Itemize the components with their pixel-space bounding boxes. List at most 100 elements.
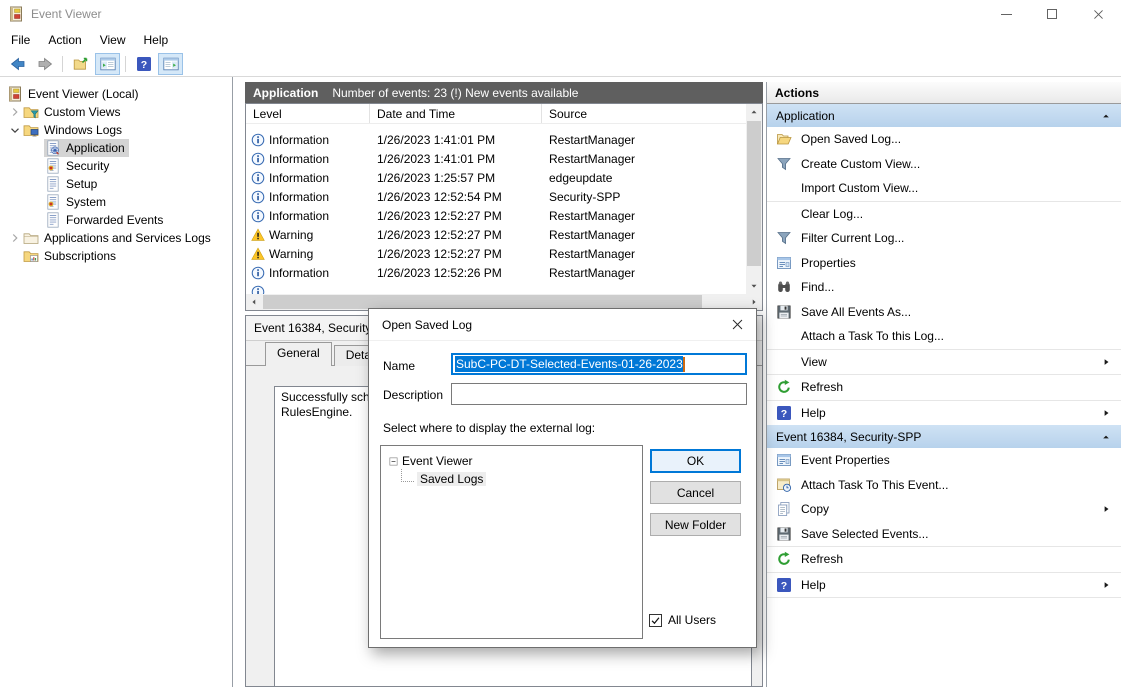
application-log-icon bbox=[45, 140, 61, 156]
tree-item-applications-services-logs[interactable]: Applications and Services Logs bbox=[0, 229, 232, 247]
tree-item-windows-logs[interactable]: Windows Logs bbox=[0, 121, 232, 139]
tree-item-event-viewer[interactable]: Event Viewer bbox=[389, 452, 642, 470]
description-input[interactable] bbox=[451, 383, 747, 405]
event-list-header: Level Date and Time Source bbox=[246, 104, 746, 124]
tree-item-application[interactable]: Application bbox=[0, 139, 232, 157]
checkbox-checked-icon[interactable] bbox=[649, 614, 662, 627]
tree-item-setup[interactable]: Setup bbox=[0, 175, 232, 193]
submenu-arrow-icon bbox=[1101, 408, 1111, 418]
event-row[interactable]: Warning 1/26/2023 12:52:27 PM RestartMan… bbox=[246, 244, 746, 263]
actions-section-application[interactable]: Application bbox=[767, 104, 1121, 127]
action-filter-current-log[interactable]: Filter Current Log... bbox=[767, 226, 1121, 251]
action-copy[interactable]: Copy bbox=[767, 497, 1121, 522]
maximize-button[interactable] bbox=[1029, 0, 1075, 28]
action-find[interactable]: Find... bbox=[767, 275, 1121, 300]
event-row[interactable]: Information 1/26/2023 12:52:54 PM Securi… bbox=[246, 187, 746, 206]
action-view[interactable]: View bbox=[767, 350, 1121, 375]
chevron-right-icon[interactable] bbox=[8, 231, 22, 245]
tree-item-saved-logs[interactable]: Saved Logs bbox=[389, 470, 642, 488]
vertical-scroll-thumb[interactable] bbox=[747, 121, 761, 266]
display-location-tree[interactable]: Event Viewer Saved Logs bbox=[380, 445, 643, 639]
event-viewer-icon bbox=[7, 86, 23, 102]
description-label: Description bbox=[383, 388, 443, 402]
event-row[interactable] bbox=[246, 282, 746, 294]
submenu-arrow-icon bbox=[1101, 357, 1111, 367]
open-saved-log-icon bbox=[776, 131, 792, 147]
tree-item-forwarded-events[interactable]: Forwarded Events bbox=[0, 211, 232, 229]
help-button[interactable]: ? bbox=[131, 53, 156, 75]
tree-item-system[interactable]: System bbox=[0, 193, 232, 211]
refresh-icon bbox=[776, 551, 792, 567]
action-save-selected-events[interactable]: Save Selected Events... bbox=[767, 522, 1121, 547]
action-clear-log[interactable]: Clear Log... bbox=[767, 202, 1121, 227]
vertical-scrollbar[interactable] bbox=[746, 104, 762, 294]
tab-general[interactable]: General bbox=[265, 342, 332, 366]
action-open-saved-log[interactable]: Open Saved Log... bbox=[767, 127, 1121, 152]
action-properties[interactable]: Properties bbox=[767, 251, 1121, 276]
action-help[interactable]: ?Help bbox=[767, 401, 1121, 426]
back-button[interactable] bbox=[5, 53, 30, 75]
forward-button[interactable] bbox=[32, 53, 57, 75]
svg-text:?: ? bbox=[140, 59, 146, 71]
icon-slot bbox=[776, 354, 792, 370]
export-button[interactable] bbox=[68, 53, 93, 75]
scroll-up-arrow-icon[interactable] bbox=[746, 104, 762, 120]
horizontal-scroll-thumb[interactable] bbox=[263, 295, 702, 309]
scroll-down-arrow-icon[interactable] bbox=[746, 278, 762, 294]
ok-button[interactable]: OK bbox=[650, 449, 741, 473]
log-name: Application bbox=[253, 86, 318, 100]
all-users-checkbox-row[interactable]: All Users bbox=[649, 613, 716, 627]
text-caret bbox=[683, 357, 685, 372]
column-level[interactable]: Level bbox=[246, 104, 370, 123]
action-refresh-event[interactable]: Refresh bbox=[767, 547, 1121, 572]
close-button[interactable] bbox=[1075, 0, 1121, 28]
action-save-all-events-as[interactable]: Save All Events As... bbox=[767, 300, 1121, 325]
event-row[interactable]: Information 1/26/2023 12:52:26 PM Restar… bbox=[246, 263, 746, 282]
action-refresh[interactable]: Refresh bbox=[767, 375, 1121, 400]
event-row[interactable]: Information 1/26/2023 1:41:01 PM Restart… bbox=[246, 130, 746, 149]
menu-file[interactable]: File bbox=[2, 29, 39, 51]
menu-help[interactable]: Help bbox=[135, 29, 178, 51]
name-input[interactable]: SubC-PC-DT-Selected-Events-01-26-2023 bbox=[451, 353, 747, 375]
event-viewer-app-icon bbox=[8, 6, 24, 22]
new-folder-button[interactable]: New Folder bbox=[650, 513, 741, 536]
show-console-tree-button[interactable] bbox=[95, 53, 120, 75]
tree-item-custom-views[interactable]: Custom Views bbox=[0, 103, 232, 121]
action-attach-task-to-event[interactable]: Attach Task To This Event... bbox=[767, 473, 1121, 498]
chevron-down-icon[interactable] bbox=[8, 123, 22, 137]
save-icon bbox=[776, 304, 792, 320]
chevron-right-icon[interactable] bbox=[8, 105, 22, 119]
show-action-pane-button[interactable] bbox=[158, 53, 183, 75]
collapse-expander-icon[interactable] bbox=[389, 457, 398, 466]
tree-item-security[interactable]: Security bbox=[0, 157, 232, 175]
action-help-event[interactable]: ?Help bbox=[767, 573, 1121, 598]
scroll-left-arrow-icon[interactable] bbox=[246, 294, 262, 310]
help-icon: ? bbox=[136, 56, 152, 72]
windows-logs-folder-icon bbox=[23, 122, 39, 138]
event-row[interactable]: Information 1/26/2023 1:41:01 PM Restart… bbox=[246, 149, 746, 168]
minimize-button[interactable] bbox=[983, 0, 1029, 28]
results-header: Application Number of events: 23 (!) New… bbox=[245, 82, 763, 103]
event-row[interactable]: Information 1/26/2023 1:25:57 PM edgeupd… bbox=[246, 168, 746, 187]
action-attach-task-to-log[interactable]: Attach a Task To this Log... bbox=[767, 324, 1121, 349]
tree-item-event-viewer-local[interactable]: Event Viewer (Local) bbox=[0, 85, 232, 103]
collapse-arrow-icon[interactable] bbox=[1101, 432, 1111, 442]
tree-item-subscriptions[interactable]: Subscriptions bbox=[0, 247, 232, 265]
event-row[interactable]: Warning 1/26/2023 12:52:27 PM RestartMan… bbox=[246, 225, 746, 244]
menu-view[interactable]: View bbox=[91, 29, 135, 51]
actions-section-event[interactable]: Event 16384, Security-SPP bbox=[767, 425, 1121, 448]
action-event-properties[interactable]: Event Properties bbox=[767, 448, 1121, 473]
column-date-time[interactable]: Date and Time bbox=[370, 104, 542, 123]
properties-icon bbox=[776, 255, 792, 271]
save-icon bbox=[776, 526, 792, 542]
event-row[interactable]: Information 1/26/2023 12:52:27 PM Restar… bbox=[246, 206, 746, 225]
action-create-custom-view[interactable]: Create Custom View... bbox=[767, 152, 1121, 177]
dialog-close-button[interactable] bbox=[731, 318, 744, 334]
action-import-custom-view[interactable]: Import Custom View... bbox=[767, 176, 1121, 201]
cancel-button[interactable]: Cancel bbox=[650, 481, 741, 504]
forwarded-events-log-icon bbox=[45, 212, 61, 228]
column-source[interactable]: Source bbox=[542, 104, 746, 123]
menu-action[interactable]: Action bbox=[39, 29, 90, 51]
event-rows: Information 1/26/2023 1:41:01 PM Restart… bbox=[246, 124, 746, 294]
collapse-arrow-icon[interactable] bbox=[1101, 111, 1111, 121]
